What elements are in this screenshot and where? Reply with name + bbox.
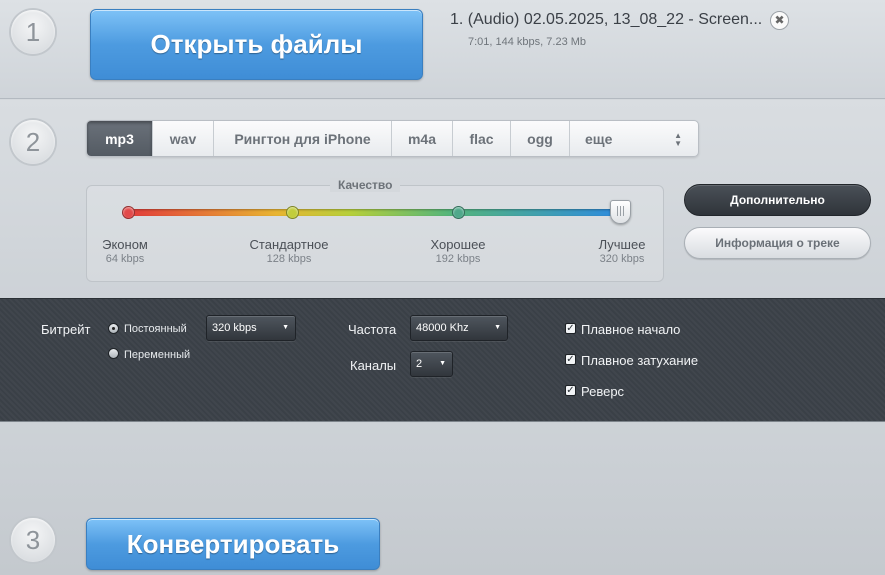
file-meta: 7:01, 144 kbps, 7.23 Mb (468, 36, 587, 48)
step-1-badge: 1 (11, 10, 55, 54)
advanced-button[interactable]: Дополнительно (684, 184, 871, 216)
bitrate-select[interactable]: 320 kbps ▼ (206, 315, 296, 341)
bitrate-label: Битрейт (41, 322, 91, 337)
reverse-label[interactable]: Реверс (581, 384, 624, 399)
bitrate-select-value: 320 kbps (212, 322, 257, 334)
quality-level-rate: 192 kbps (435, 253, 481, 265)
chevron-down-icon: ▼ (494, 324, 501, 331)
frequency-select[interactable]: 48000 Khz ▼ (410, 315, 508, 341)
bitrate-constant-radio[interactable] (108, 323, 119, 334)
channels-label: Каналы (350, 358, 397, 373)
quality-slider-track[interactable] (128, 209, 622, 216)
bitrate-variable-radio[interactable] (108, 348, 119, 359)
bitrate-variable-label[interactable]: Переменный (124, 349, 190, 361)
bitrate-constant-label[interactable]: Постоянный (124, 323, 187, 335)
chevron-down-icon: ▼ (439, 360, 446, 367)
quality-slider-handle[interactable] (610, 200, 631, 224)
fade-out-checkbox[interactable]: ✓ (565, 354, 576, 365)
quality-level-rate: 128 kbps (266, 253, 312, 265)
step-2-badge: 2 (11, 120, 55, 164)
frequency-label: Частота (348, 322, 397, 337)
quality-stop-economy[interactable] (122, 206, 135, 219)
convert-button[interactable]: Конвертировать (86, 518, 380, 570)
file-title: 1. (Audio) 02.05.2025, 13_08_22 - Screen… (450, 11, 763, 28)
fade-in-checkbox[interactable]: ✓ (565, 323, 576, 334)
channels-select-value: 2 (416, 358, 423, 370)
quality-panel (86, 185, 664, 282)
reverse-checkbox[interactable]: ✓ (565, 385, 576, 396)
fade-out-label[interactable]: Плавное затухание (581, 353, 698, 368)
quality-level-name: Эконом (102, 237, 148, 252)
tab-m4a[interactable]: m4a (392, 121, 453, 156)
tab-mp3[interactable]: mp3 (87, 121, 153, 156)
quality-stop-standard[interactable] (286, 206, 299, 219)
chevron-down-icon: ▼ (282, 324, 289, 331)
quality-title: Качество (330, 178, 401, 192)
quality-level-rate: 64 kbps (105, 253, 145, 265)
track-info-button[interactable]: Информация о треке (684, 227, 871, 259)
tab-ogg[interactable]: ogg (511, 121, 570, 156)
format-tabs: mp3 wav Рингтон для iPhone m4a flac ogg … (86, 120, 699, 157)
frequency-select-value: 48000 Khz (416, 322, 469, 334)
quality-stop-good[interactable] (452, 206, 465, 219)
more-formats-label: еще (585, 130, 613, 147)
channels-select[interactable]: 2 ▼ (410, 351, 453, 377)
tab-iphone-ringtone[interactable]: Рингтон для iPhone (214, 121, 392, 156)
quality-level-rate: 320 kbps (599, 253, 645, 265)
quality-level-name: Хорошее (430, 237, 486, 252)
quality-level-name: Лучшее (598, 237, 646, 252)
more-formats-dropdown[interactable]: еще ▲ ▼ (570, 121, 698, 156)
fade-in-label[interactable]: Плавное начало (581, 322, 680, 337)
updown-arrows-icon: ▲ ▼ (674, 131, 682, 148)
open-files-button[interactable]: Открыть файлы (90, 9, 423, 80)
remove-file-icon[interactable]: ✖ (770, 11, 789, 30)
quality-level-name: Стандартное (249, 237, 329, 252)
tab-flac[interactable]: flac (453, 121, 511, 156)
step-3-badge: 3 (11, 518, 55, 562)
tab-wav[interactable]: wav (153, 121, 214, 156)
